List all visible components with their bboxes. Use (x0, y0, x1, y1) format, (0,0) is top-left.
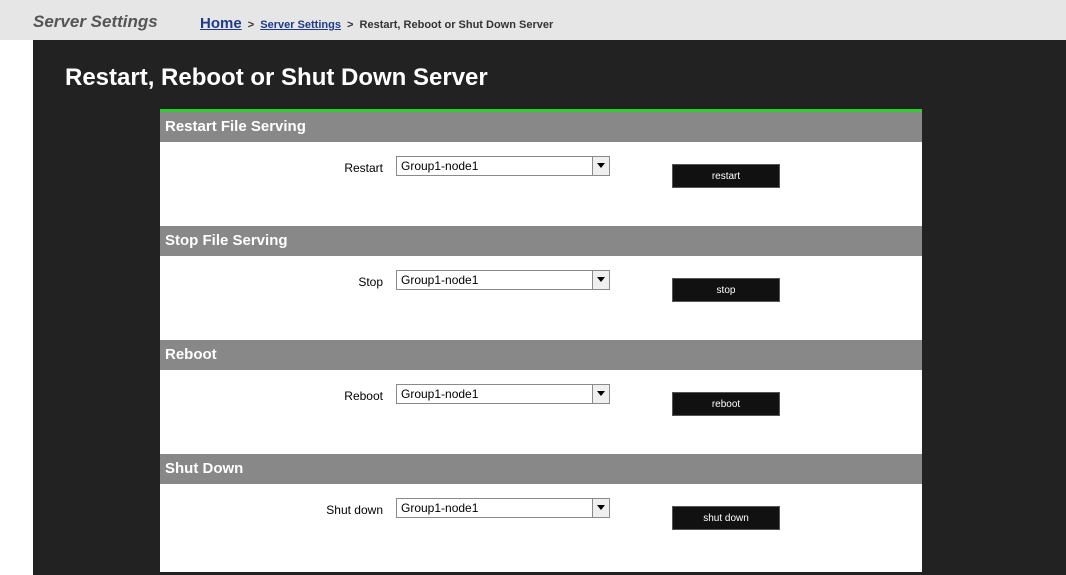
shutdown-button[interactable]: shut down (672, 506, 780, 530)
stop-button[interactable]: stop (672, 278, 780, 302)
main-content: Restart, Reboot or Shut Down Server Rest… (33, 40, 1066, 575)
shutdown-node-select-value: Group1-node1 (401, 501, 479, 515)
breadcrumb-separator: > (347, 19, 354, 31)
restart-row: Restart Group1-node1 restart (160, 142, 922, 226)
breadcrumb: Home > Server Settings > Restart, Reboot… (200, 15, 553, 32)
section-header-shutdown: Shut Down (160, 454, 922, 484)
reboot-node-select[interactable]: Group1-node1 (396, 384, 610, 404)
dropdown-button[interactable] (592, 157, 609, 175)
shutdown-label: Shut down (326, 503, 383, 517)
dropdown-arrow-icon (597, 505, 605, 510)
settings-panel: Restart File Serving Restart Group1-node… (160, 109, 922, 572)
page-title: Restart, Reboot or Shut Down Server (65, 64, 488, 91)
breadcrumb-home-link[interactable]: Home (200, 15, 242, 32)
dropdown-arrow-icon (597, 277, 605, 282)
restart-node-select-value: Group1-node1 (401, 159, 479, 173)
dropdown-arrow-icon (597, 163, 605, 168)
app-title: Server Settings (33, 12, 158, 31)
restart-button[interactable]: restart (672, 164, 780, 188)
reboot-row: Reboot Group1-node1 reboot (160, 370, 922, 454)
restart-node-select[interactable]: Group1-node1 (396, 156, 610, 176)
reboot-button[interactable]: reboot (672, 392, 780, 416)
stop-section: Stop File Serving Stop Group1-node1 stop (160, 226, 922, 340)
breadcrumb-current: Restart, Reboot or Shut Down Server (359, 19, 554, 31)
reboot-label: Reboot (344, 389, 383, 403)
dropdown-button[interactable] (592, 499, 609, 517)
section-header-reboot: Reboot (160, 340, 922, 370)
dropdown-button[interactable] (592, 385, 609, 403)
stop-row: Stop Group1-node1 stop (160, 256, 922, 340)
section-header-restart: Restart File Serving (160, 112, 922, 142)
breadcrumb-separator: > (247, 19, 255, 31)
reboot-node-select-value: Group1-node1 (401, 387, 479, 401)
dropdown-arrow-icon (597, 391, 605, 396)
section-header-stop: Stop File Serving (160, 226, 922, 256)
top-bar: Server Settings Home > Server Settings >… (0, 0, 1066, 40)
stop-label: Stop (358, 275, 383, 289)
reboot-section: Reboot Reboot Group1-node1 reboot (160, 340, 922, 454)
shutdown-row: Shut down Group1-node1 shut down (160, 484, 922, 568)
restart-section: Restart File Serving Restart Group1-node… (160, 112, 922, 226)
restart-label: Restart (344, 161, 383, 175)
stop-node-select-value: Group1-node1 (401, 273, 479, 287)
shutdown-section: Shut Down Shut down Group1-node1 shut do… (160, 454, 922, 568)
stop-node-select[interactable]: Group1-node1 (396, 270, 610, 290)
breadcrumb-server-settings-link[interactable]: Server Settings (260, 19, 341, 31)
shutdown-node-select[interactable]: Group1-node1 (396, 498, 610, 518)
dropdown-button[interactable] (592, 271, 609, 289)
